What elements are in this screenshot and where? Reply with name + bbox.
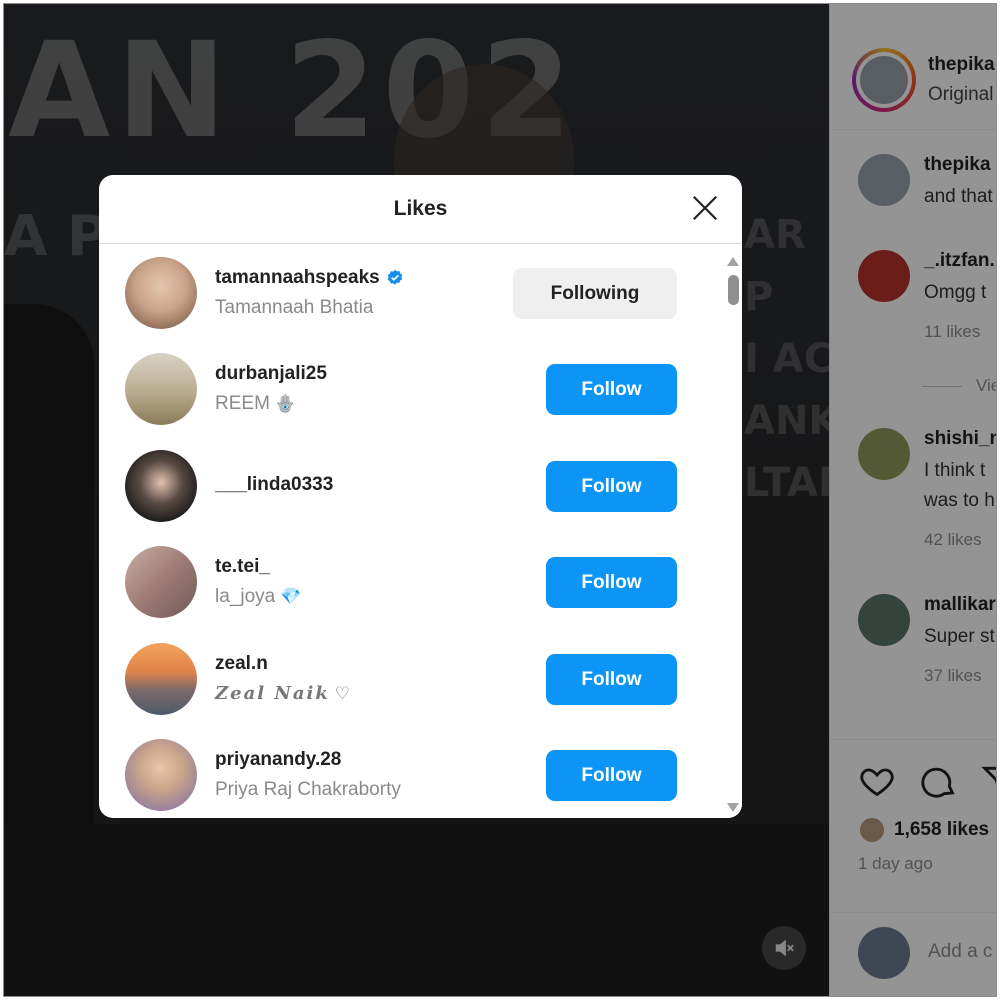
liker-fullname: REEM 🪬 bbox=[215, 393, 296, 415]
liker-username[interactable]: tamannaahspeaks bbox=[215, 267, 404, 289]
heart-outline-emoji: ♡ bbox=[334, 683, 351, 703]
dialog-title: Likes bbox=[393, 197, 448, 220]
dialog-header: Likes bbox=[99, 175, 742, 244]
close-button[interactable] bbox=[690, 193, 720, 223]
close-icon bbox=[692, 195, 718, 221]
liker-username[interactable]: zeal.n bbox=[215, 653, 268, 675]
app-window: AN 202 A PA ND AR PI ACANKALTANT thepika… bbox=[3, 3, 997, 997]
hamsa-emoji: 🪬 bbox=[274, 394, 297, 413]
liker-fullname: Zeal Naik ♡ bbox=[215, 683, 350, 704]
liker-username[interactable]: ___linda0333 bbox=[215, 474, 333, 496]
scrollbar-thumb[interactable] bbox=[728, 275, 739, 305]
liker-username[interactable]: priyanandy.28 bbox=[215, 749, 341, 771]
avatar[interactable] bbox=[125, 739, 197, 811]
follow-button[interactable]: Follow bbox=[546, 654, 677, 705]
avatar[interactable] bbox=[125, 450, 197, 522]
liker-username[interactable]: durbanjali25 bbox=[215, 363, 327, 385]
liker-fullname-text: REEM bbox=[215, 393, 270, 414]
follow-button[interactable]: Follow bbox=[546, 364, 677, 415]
list-item: ___linda0333 Follow bbox=[99, 438, 724, 534]
avatar[interactable] bbox=[125, 643, 197, 715]
follow-button[interactable]: Follow bbox=[546, 750, 677, 801]
liker-fullname: Tamannaah Bhatia bbox=[215, 297, 374, 318]
liker-username-text[interactable]: tamannaahspeaks bbox=[215, 267, 380, 289]
gem-emoji: 💎 bbox=[280, 587, 302, 606]
likes-dialog: Likes tamannaahspeaks Tamannaah Bhatia F… bbox=[99, 175, 742, 818]
verified-badge-icon bbox=[387, 269, 403, 285]
avatar[interactable] bbox=[125, 353, 197, 425]
likes-list: tamannaahspeaks Tamannaah Bhatia Followi… bbox=[99, 245, 724, 818]
following-button[interactable]: Following bbox=[513, 268, 677, 319]
avatar[interactable] bbox=[125, 257, 197, 329]
list-item: tamannaahspeaks Tamannaah Bhatia Followi… bbox=[99, 245, 724, 341]
scroll-down-arrow-icon[interactable] bbox=[727, 803, 739, 812]
follow-button[interactable]: Follow bbox=[546, 461, 677, 512]
liker-fullname-text: la_joya bbox=[215, 586, 276, 607]
scrollbar[interactable] bbox=[724, 245, 742, 818]
liker-fullname-text: Zeal Naik bbox=[215, 683, 330, 704]
scroll-up-arrow-icon[interactable] bbox=[727, 257, 739, 266]
list-item: te.tei_ la_joya 💎 Follow bbox=[99, 534, 724, 630]
list-item: durbanjali25 REEM 🪬 Follow bbox=[99, 341, 724, 437]
liker-username[interactable]: te.tei_ bbox=[215, 556, 270, 578]
liker-fullname: la_joya 💎 bbox=[215, 586, 301, 608]
list-item: zeal.n Zeal Naik ♡ Follow bbox=[99, 631, 724, 727]
liker-fullname: Priya Raj Chakraborty bbox=[215, 779, 401, 800]
follow-button[interactable]: Follow bbox=[546, 557, 677, 608]
avatar[interactable] bbox=[125, 546, 197, 618]
list-item: priyanandy.28 Priya Raj Chakraborty Foll… bbox=[99, 727, 724, 818]
